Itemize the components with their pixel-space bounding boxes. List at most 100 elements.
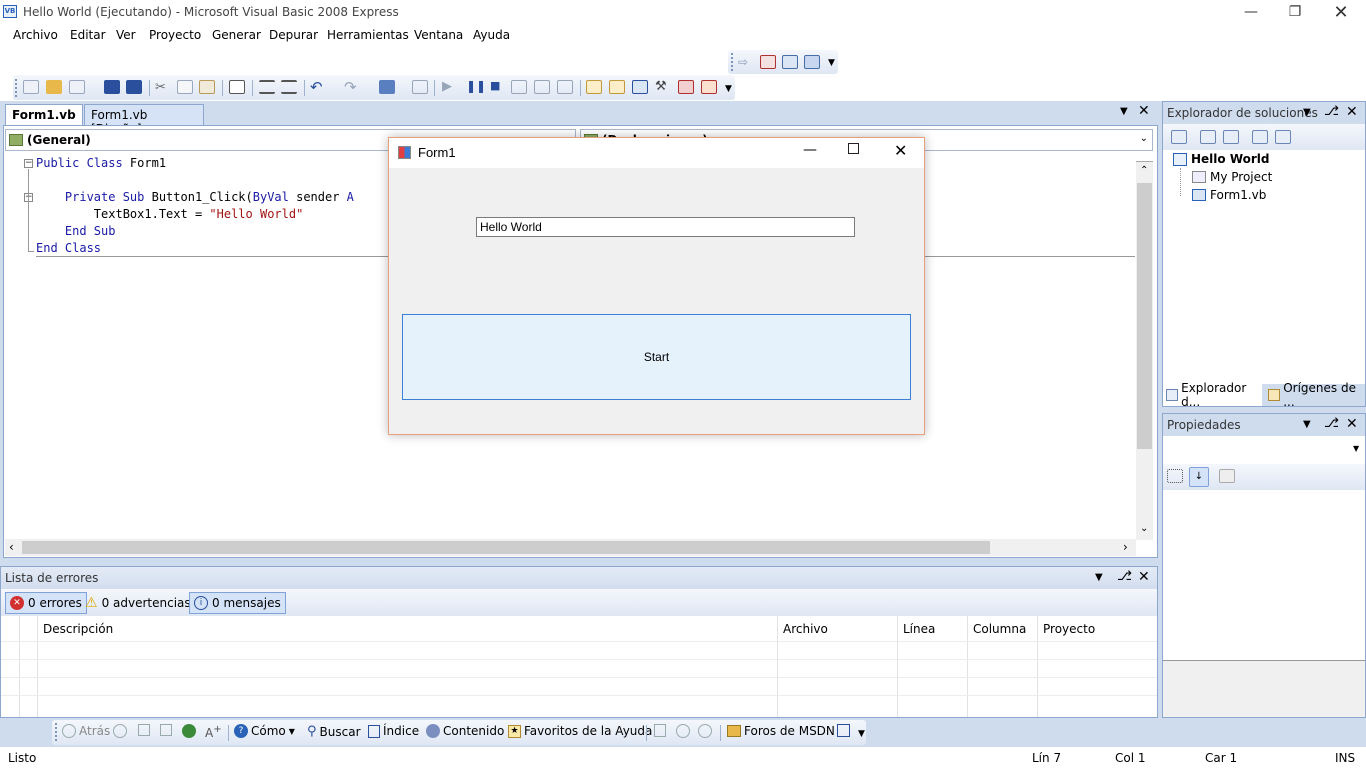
watch-icon[interactable] <box>782 55 798 69</box>
menu-ayuda[interactable]: Ayuda <box>473 28 510 42</box>
close-panel-icon[interactable]: ✕ <box>1138 569 1150 585</box>
form1-close-button[interactable]: ✕ <box>894 141 907 160</box>
scroll-left-icon[interactable]: ‹ <box>9 540 14 554</box>
menu-generar[interactable]: Generar <box>212 28 261 42</box>
forward-button[interactable] <box>113 724 127 738</box>
chevron-down-icon[interactable]: ⌄ <box>1140 133 1148 144</box>
font-size-button[interactable]: A+ <box>205 724 222 740</box>
scroll-thumb[interactable] <box>22 541 990 554</box>
editor-vertical-scrollbar[interactable]: ⌃ ⌄ <box>1136 153 1153 540</box>
form1-minimize-button[interactable]: — <box>803 142 817 158</box>
tab-form1-code[interactable]: Form1.vb🔒 <box>5 104 83 136</box>
toolbar-overflow-icon[interactable]: ▼ <box>828 58 835 68</box>
refresh-button[interactable] <box>160 724 172 736</box>
back-button[interactable]: Atrás <box>62 724 110 738</box>
comment-icon[interactable] <box>259 80 275 94</box>
chevron-down-icon[interactable]: ▼ <box>1353 444 1359 453</box>
save-icon[interactable] <box>104 80 120 94</box>
start-button[interactable]: Start <box>402 314 911 400</box>
contents-button[interactable]: Contenido <box>426 724 504 738</box>
save-all-icon[interactable] <box>126 80 142 94</box>
tab-dropdown-icon[interactable]: ▼ <box>1120 106 1128 117</box>
panel-dropdown-icon[interactable]: ▼ <box>1303 107 1311 118</box>
menu-editar[interactable]: Editar <box>70 28 106 42</box>
close-panel-icon[interactable]: ✕ <box>1346 104 1358 120</box>
breakpoint-window-icon[interactable] <box>760 55 776 69</box>
pin-icon[interactable]: ⎇ <box>1324 104 1339 119</box>
undo-icon[interactable]: ↶ <box>310 78 326 96</box>
toolbar-grip[interactable] <box>15 79 18 97</box>
solution-explorer-icon[interactable] <box>609 80 625 94</box>
start-page-icon[interactable] <box>701 80 717 94</box>
stop-button[interactable] <box>138 724 150 736</box>
copy-icon[interactable] <box>177 80 193 94</box>
tab-data-sources[interactable]: Orígenes de ... <box>1265 381 1365 409</box>
send-feedback-button[interactable] <box>837 724 850 737</box>
tree-item-my-project[interactable]: My Project <box>1192 170 1272 184</box>
view-code-icon[interactable] <box>1252 130 1268 144</box>
pause-icon[interactable]: ❚❚ <box>466 79 486 93</box>
open-folder-icon[interactable] <box>46 80 62 94</box>
pin-icon[interactable]: ⎇ <box>1117 569 1132 584</box>
tree-root[interactable]: Hello World <box>1173 152 1270 166</box>
toolbar-grip[interactable] <box>731 53 734 71</box>
uncomment-icon[interactable] <box>281 80 297 94</box>
refresh-icon[interactable] <box>1223 130 1239 144</box>
close-document-icon[interactable]: ✕ <box>1138 103 1150 119</box>
menu-proyecto[interactable]: Proyecto <box>149 28 201 42</box>
paste-icon[interactable] <box>199 80 215 94</box>
step-into-icon[interactable] <box>511 80 527 94</box>
find-in-files-icon[interactable] <box>586 80 602 94</box>
column-header-line[interactable]: Línea <box>903 622 935 636</box>
new-project-icon[interactable] <box>23 80 39 94</box>
errors-filter-button[interactable]: ✕ 0 errores <box>5 592 87 614</box>
find-icon[interactable] <box>229 80 245 94</box>
close-button[interactable]: ✕ <box>1318 0 1364 24</box>
sync-contents-button[interactable] <box>654 724 666 737</box>
start-debug-icon[interactable]: ▶ <box>442 79 458 94</box>
callstack-icon[interactable] <box>804 55 820 69</box>
toolbar-overflow-icon[interactable]: ▼ <box>725 84 732 94</box>
navigate-forward-icon[interactable] <box>412 80 428 94</box>
step-out-icon[interactable] <box>557 80 573 94</box>
scroll-thumb[interactable] <box>1137 183 1152 449</box>
menu-ver[interactable]: Ver <box>116 28 136 42</box>
scroll-up-icon[interactable]: ⌃ <box>1140 165 1148 176</box>
stop-icon[interactable]: ■ <box>490 79 506 93</box>
object-selector[interactable]: ▼ <box>1163 438 1365 462</box>
pin-icon[interactable]: ⎇ <box>1324 416 1339 431</box>
home-button[interactable] <box>182 724 196 738</box>
textbox1[interactable]: Hello World <box>476 217 855 237</box>
split-handle[interactable] <box>1136 153 1153 162</box>
panel-dropdown-icon[interactable]: ▼ <box>1095 572 1103 583</box>
tree-item-form1[interactable]: Form1.vb <box>1192 188 1266 202</box>
step-over-icon[interactable] <box>534 80 550 94</box>
show-all-files-icon[interactable] <box>1200 130 1216 144</box>
msdn-forums-button[interactable]: Foros de MSDN <box>727 724 835 738</box>
help-favorites-button[interactable]: ★ Favoritos de la Ayuda <box>508 724 652 738</box>
collapse-class-icon[interactable]: − <box>24 159 33 168</box>
tab-solution-explorer[interactable]: Explorador d... <box>1163 381 1262 409</box>
navigate-back-icon[interactable] <box>379 80 395 94</box>
column-header-file[interactable]: Archivo <box>783 622 828 636</box>
redo-icon[interactable]: ↷ <box>344 78 360 96</box>
menu-archivo[interactable]: Archivo <box>13 28 58 42</box>
toolbox-icon[interactable]: ⚒ <box>655 79 671 94</box>
scroll-right-icon[interactable]: › <box>1123 540 1128 554</box>
property-pages-icon[interactable] <box>1219 469 1235 483</box>
scroll-down-icon[interactable]: ⌄ <box>1140 523 1148 534</box>
minimize-button[interactable]: — <box>1228 0 1274 24</box>
column-header-column[interactable]: Columna <box>973 622 1026 636</box>
how-do-i-button[interactable]: ? Cómo ▼ <box>234 724 295 738</box>
add-item-icon[interactable] <box>69 80 85 94</box>
properties-window-icon[interactable] <box>632 80 648 94</box>
toolbar-overflow-icon[interactable]: ▼ <box>858 729 865 739</box>
restore-button[interactable]: ❐ <box>1272 0 1318 24</box>
toolbar-grip[interactable] <box>55 723 58 741</box>
messages-filter-button[interactable]: i 0 mensajes <box>189 592 286 614</box>
alphabetical-icon[interactable]: ↓ <box>1189 467 1209 487</box>
menu-depurar[interactable]: Depurar <box>269 28 318 42</box>
chevron-down-icon[interactable]: ▼ <box>289 727 295 736</box>
categorized-icon[interactable] <box>1167 469 1183 483</box>
step-arrow-icon[interactable]: ⇨ <box>738 55 754 69</box>
